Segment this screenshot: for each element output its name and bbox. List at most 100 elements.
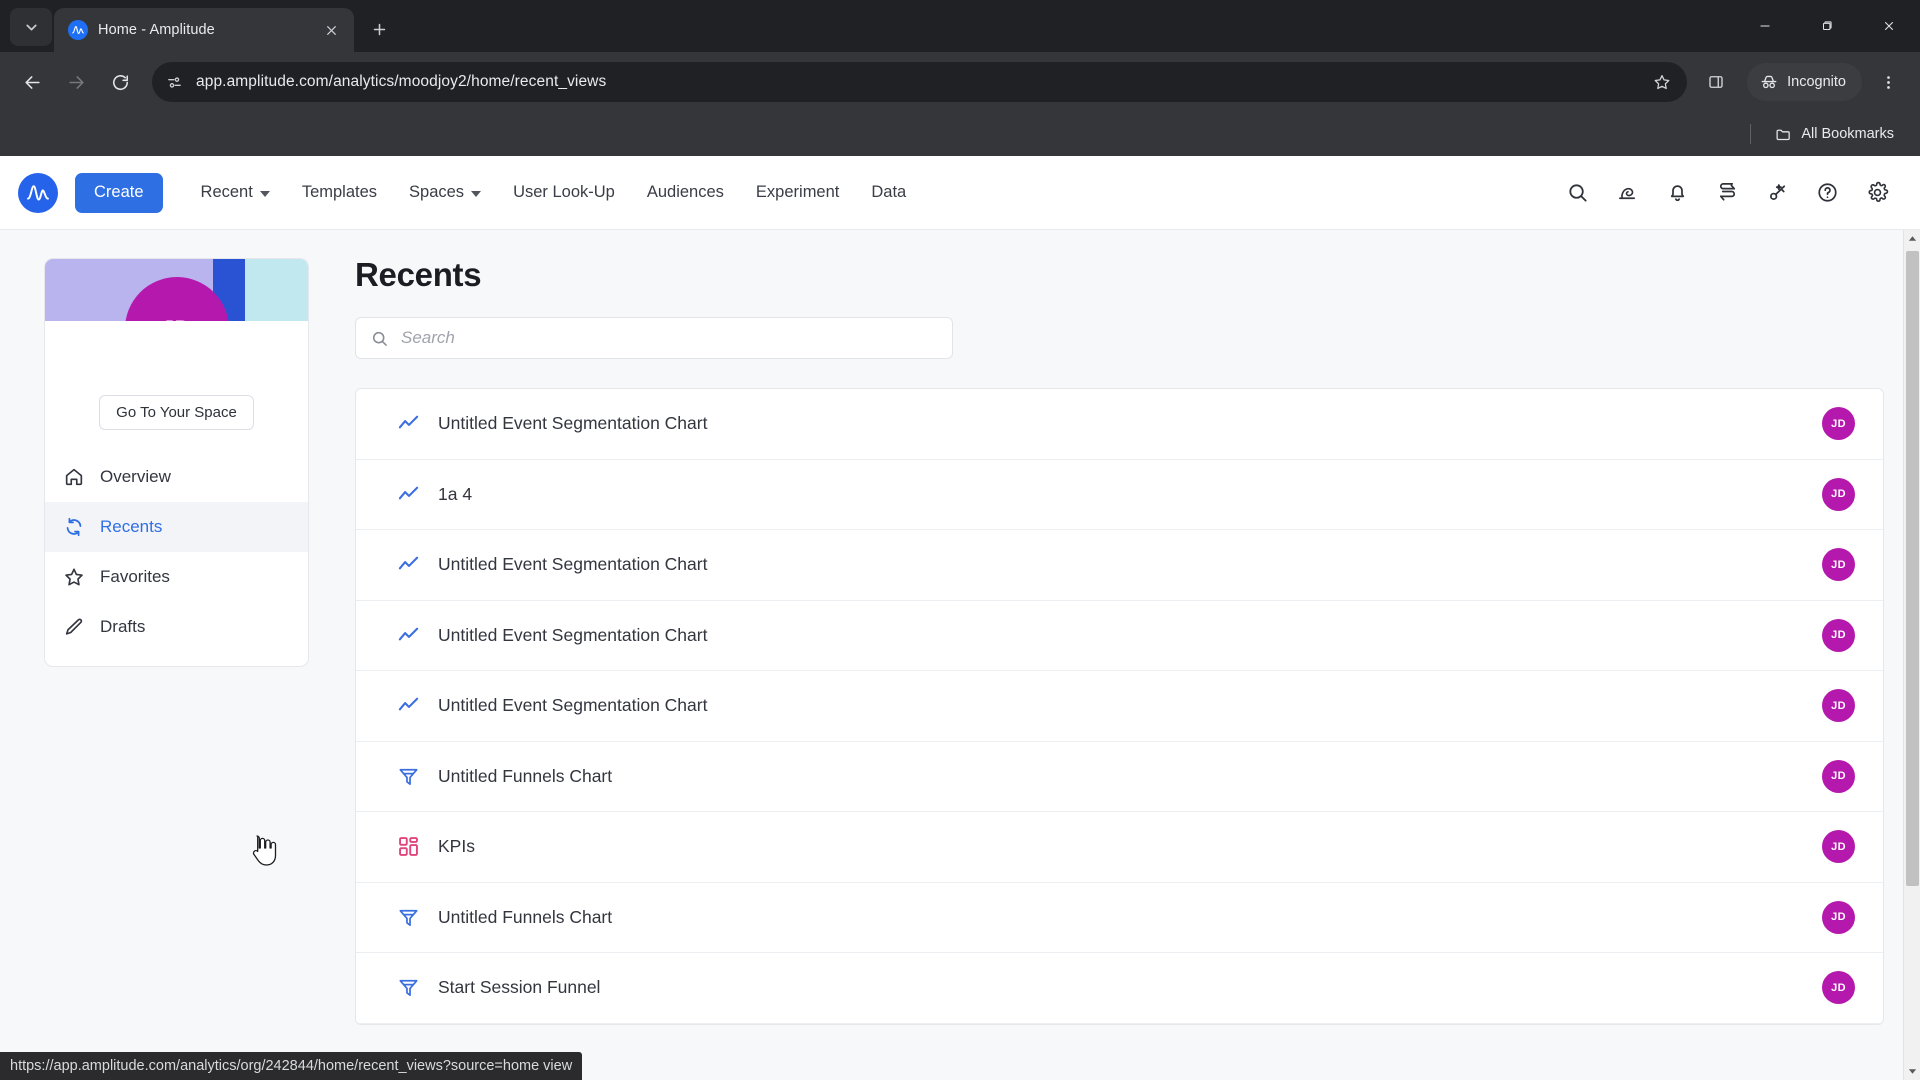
nav-item-spaces[interactable]: Spaces bbox=[393, 174, 497, 211]
incognito-indicator[interactable]: Incognito bbox=[1747, 63, 1862, 101]
line-chart-icon bbox=[396, 623, 420, 647]
scroll-area: JD Go To Your Space Overview bbox=[0, 230, 1920, 1080]
list-item[interactable]: 1a 4 JD bbox=[356, 460, 1883, 530]
close-window-icon[interactable] bbox=[1858, 0, 1920, 52]
list-item[interactable]: Start Session Funnel JD bbox=[356, 953, 1883, 1024]
help-circle-icon[interactable] bbox=[1806, 172, 1848, 214]
avatar: JD bbox=[1822, 971, 1855, 1005]
list-item-label: KPIs bbox=[438, 836, 475, 857]
list-item-label: Start Session Funnel bbox=[438, 977, 601, 998]
list-item-label: Untitled Funnels Chart bbox=[438, 906, 613, 927]
avatar: JD bbox=[1822, 477, 1855, 511]
search-box[interactable] bbox=[355, 317, 953, 359]
app-navbar: Create Recent Templates Spaces User Look… bbox=[0, 156, 1920, 230]
tab-strip: Home - Amplitude bbox=[0, 0, 1920, 52]
list-item[interactable]: Untitled Funnels Chart JD bbox=[356, 742, 1883, 812]
close-icon[interactable] bbox=[318, 17, 344, 43]
vertical-scrollbar[interactable] bbox=[1903, 230, 1920, 1080]
scroll-down-arrow-icon[interactable] bbox=[1904, 1063, 1920, 1080]
list-item-label: Untitled Event Segmentation Chart bbox=[438, 695, 708, 716]
go-to-your-space-button[interactable]: Go To Your Space bbox=[99, 395, 254, 430]
new-tab-button[interactable] bbox=[362, 12, 396, 46]
home-icon bbox=[65, 468, 83, 486]
list-item[interactable]: Untitled Event Segmentation Chart JD bbox=[356, 530, 1883, 601]
list-item-label: 1a 4 bbox=[438, 483, 473, 504]
line-chart-icon bbox=[396, 694, 420, 718]
whats-new-icon[interactable] bbox=[1606, 172, 1648, 214]
incognito-label: Incognito bbox=[1787, 74, 1846, 90]
settings-gear-icon[interactable] bbox=[1856, 172, 1898, 214]
address-bar[interactable]: app.amplitude.com/analytics/moodjoy2/hom… bbox=[152, 62, 1688, 102]
line-chart-icon bbox=[396, 412, 420, 436]
minimize-icon[interactable] bbox=[1734, 0, 1796, 52]
funnel-icon bbox=[396, 764, 420, 788]
bookmark-star-icon[interactable] bbox=[1645, 65, 1679, 99]
amplitude-icon bbox=[68, 20, 88, 40]
scrollbar-track[interactable] bbox=[1904, 247, 1920, 1063]
go-to-space-wrap: Go To Your Space bbox=[45, 395, 308, 430]
avatar: JD bbox=[1822, 618, 1855, 652]
line-chart-icon bbox=[396, 482, 420, 506]
sidebar-item-overview[interactable]: Overview bbox=[45, 452, 308, 502]
space-banner: JD bbox=[45, 259, 308, 321]
sidebar-item-favorites[interactable]: Favorites bbox=[45, 552, 308, 602]
avatar-spacer bbox=[45, 321, 308, 383]
side-panel-icon[interactable] bbox=[1695, 62, 1737, 102]
avatar: JD bbox=[1822, 759, 1855, 793]
nav-item-user-look-up[interactable]: User Look-Up bbox=[497, 174, 631, 211]
nav-item-audiences[interactable]: Audiences bbox=[631, 174, 740, 211]
search-icon bbox=[372, 331, 387, 346]
pencil-icon bbox=[65, 618, 83, 635]
nav-item-templates[interactable]: Templates bbox=[286, 174, 393, 211]
omnibox-row: app.amplitude.com/analytics/moodjoy2/hom… bbox=[0, 52, 1920, 112]
sidebar-item-label: Favorites bbox=[100, 567, 170, 586]
list-item[interactable]: Untitled Event Segmentation Chart JD bbox=[356, 389, 1883, 460]
nav-item-data[interactable]: Data bbox=[855, 174, 922, 211]
kebab-menu-icon[interactable] bbox=[1868, 62, 1908, 102]
list-item[interactable]: Untitled Event Segmentation Chart JD bbox=[356, 671, 1883, 742]
sidebar-item-recents[interactable]: Recents bbox=[45, 502, 308, 552]
maximize-icon[interactable] bbox=[1796, 0, 1858, 52]
amplitude-logo-icon[interactable] bbox=[18, 172, 58, 213]
forward-arrow-icon[interactable] bbox=[56, 62, 96, 102]
scrollbar-thumb[interactable] bbox=[1906, 251, 1919, 886]
browser-tab[interactable]: Home - Amplitude bbox=[54, 8, 354, 52]
sidebar-item-label: Drafts bbox=[100, 617, 146, 636]
chevron-down-icon bbox=[259, 190, 270, 197]
window-controls bbox=[1734, 0, 1920, 52]
browser-window: Home - Amplitude app.amplitude.com/analy… bbox=[0, 0, 1920, 1080]
sidebar-item-drafts[interactable]: Drafts bbox=[45, 602, 308, 652]
compare-swap-icon[interactable] bbox=[1706, 172, 1748, 214]
list-item[interactable]: Untitled Event Segmentation Chart JD bbox=[356, 601, 1883, 671]
notifications-bell-icon[interactable] bbox=[1656, 172, 1698, 214]
tab-title: Home - Amplitude bbox=[98, 22, 215, 38]
create-button[interactable]: Create bbox=[75, 172, 163, 213]
recents-list: Untitled Event Segmentation Chart JD 1a … bbox=[355, 388, 1884, 1025]
sidebar-item-label: Overview bbox=[100, 467, 171, 486]
scroll-up-arrow-icon[interactable] bbox=[1904, 230, 1920, 247]
app-nav-items: Recent Templates Spaces User Look-Up Aud… bbox=[185, 174, 923, 211]
back-arrow-icon[interactable] bbox=[12, 62, 52, 102]
avatar: JD bbox=[1822, 900, 1855, 934]
nav-item-experiment[interactable]: Experiment bbox=[740, 174, 855, 211]
list-item[interactable]: Untitled Funnels Chart JD bbox=[356, 883, 1883, 953]
funnel-icon bbox=[396, 976, 420, 1000]
list-item-label: Untitled Event Segmentation Chart bbox=[438, 624, 708, 645]
banner-cyan-block bbox=[245, 259, 308, 321]
search-input[interactable] bbox=[401, 328, 938, 348]
nav-item-recent[interactable]: Recent bbox=[185, 174, 286, 211]
ai-sparkle-key-icon[interactable] bbox=[1756, 172, 1798, 214]
list-item[interactable]: KPIs JD bbox=[356, 812, 1883, 883]
search-icon[interactable] bbox=[1556, 172, 1598, 214]
site-settings-icon[interactable] bbox=[158, 66, 190, 98]
page-body: JD Go To Your Space Overview bbox=[0, 230, 1920, 1080]
kpi-grid-icon bbox=[396, 835, 420, 859]
reload-icon[interactable] bbox=[100, 62, 140, 102]
tab-search-icon[interactable] bbox=[10, 8, 52, 46]
status-bar-url: https://app.amplitude.com/analytics/org/… bbox=[0, 1052, 583, 1080]
all-bookmarks-button[interactable]: All Bookmarks bbox=[1767, 121, 1902, 148]
list-item-label: Untitled Event Segmentation Chart bbox=[438, 413, 708, 434]
line-chart-icon bbox=[396, 553, 420, 577]
avatar: JD bbox=[1822, 689, 1855, 723]
page-viewport: Create Recent Templates Spaces User Look… bbox=[0, 156, 1920, 1080]
